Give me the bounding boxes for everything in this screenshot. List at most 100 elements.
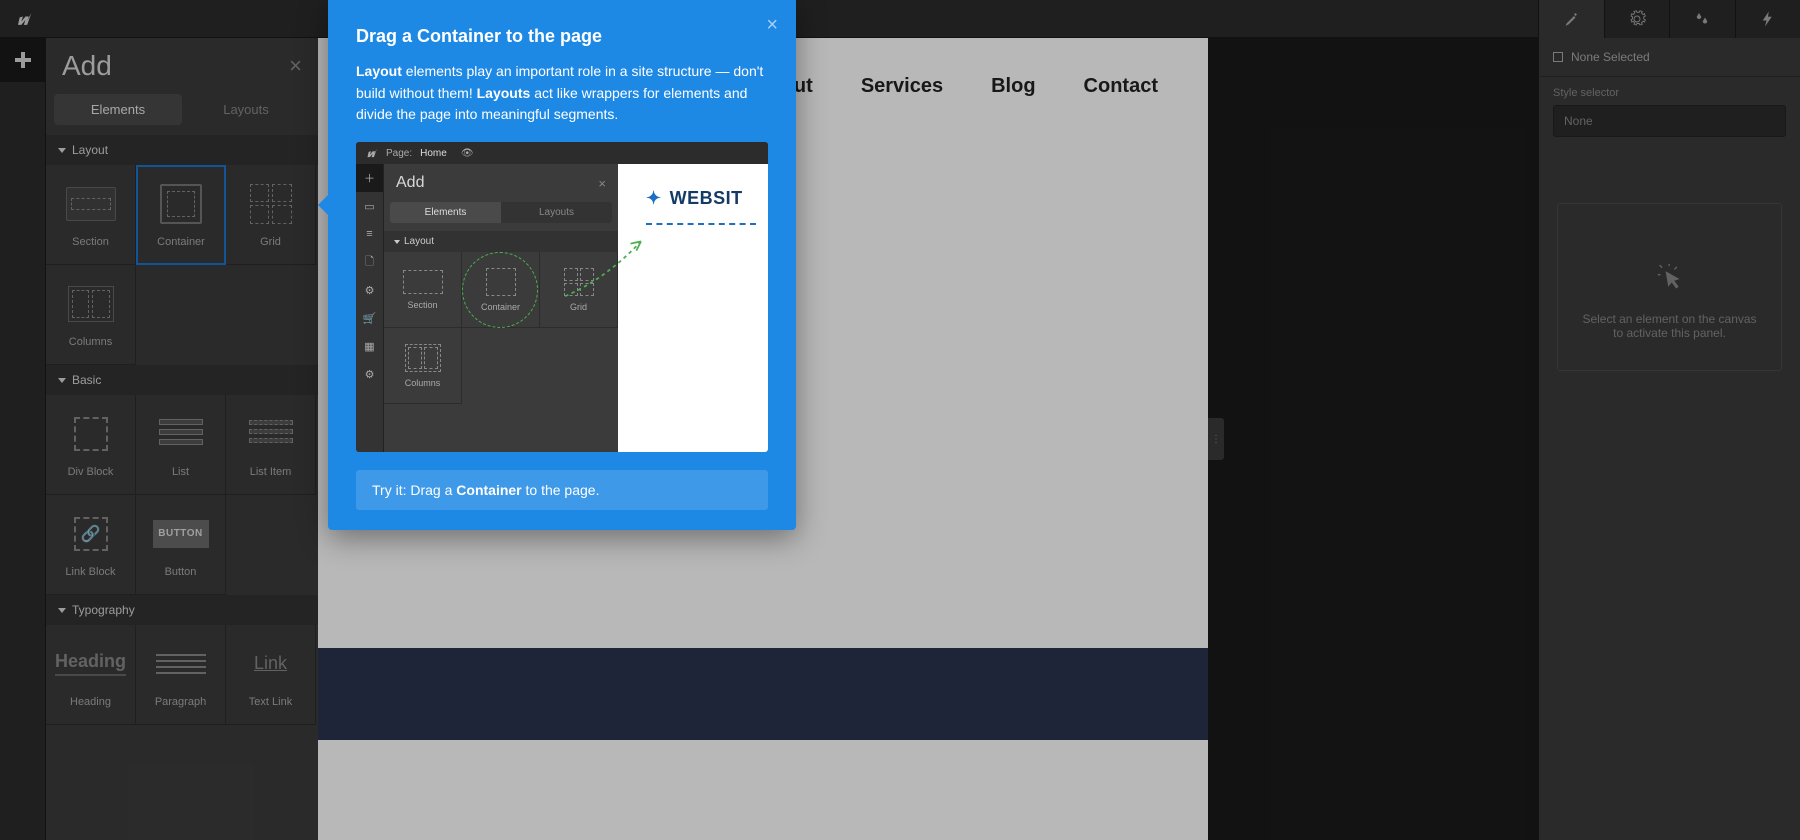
tab-layouts[interactable]: Layouts <box>182 94 310 125</box>
chevron-down-icon <box>58 378 66 383</box>
interactions-tab[interactable] <box>1669 0 1735 38</box>
element-text-link[interactable]: Link Text Link <box>226 625 316 725</box>
list-icon <box>159 419 203 449</box>
close-add-panel-button[interactable]: × <box>289 53 302 79</box>
nav-link-contact[interactable]: Contact <box>1084 75 1158 98</box>
section-header-typography[interactable]: Typography <box>46 595 318 625</box>
section-header-label: Basic <box>72 373 101 387</box>
section-header-label: Layout <box>72 143 108 157</box>
add-panel-title: Add <box>62 50 112 82</box>
add-panel: Add × Elements Layouts Layout Section Co… <box>46 38 318 840</box>
typography-elements-grid: Heading Heading Paragraph Link Text Link <box>46 625 318 725</box>
chevron-down-icon <box>58 148 66 153</box>
heading-icon: Heading <box>55 651 126 676</box>
raindrops-icon <box>1693 10 1711 28</box>
element-section[interactable]: Section <box>46 165 136 265</box>
style-tab[interactable] <box>1538 0 1604 38</box>
mock-label: Columns <box>405 378 441 388</box>
try-prefix: Try it: Drag a <box>372 482 456 498</box>
tab-elements[interactable]: Elements <box>54 94 182 125</box>
square-icon <box>1553 52 1563 62</box>
element-label: Link Block <box>65 566 115 578</box>
style-selector-input[interactable]: None <box>1553 105 1786 137</box>
element-button[interactable]: BUTTON Button <box>136 495 226 595</box>
empty-state-line1: Select an element on the canvas <box>1578 312 1761 326</box>
grid-icon <box>250 184 292 224</box>
link-block-icon: 🔗 <box>74 517 108 551</box>
paragraph-icon <box>156 654 206 674</box>
mock-tab-elements: Elements <box>390 202 501 223</box>
nav-link-blog[interactable]: Blog <box>991 75 1035 98</box>
nav-link-services[interactable]: Services <box>861 75 943 98</box>
element-label: Paragraph <box>155 696 206 708</box>
mock-label: Grid <box>570 302 587 312</box>
selection-indicator: None Selected <box>1539 38 1800 77</box>
try-bold: Container <box>456 482 521 498</box>
webflow-icon <box>364 146 378 160</box>
element-label: List <box>172 466 189 478</box>
pointer-click-icon <box>1657 264 1683 294</box>
container-icon <box>160 184 202 224</box>
element-div-block[interactable]: Div Block <box>46 395 136 495</box>
empty-state-line2: to activate this panel. <box>1578 326 1761 340</box>
element-grid[interactable]: Grid <box>226 165 316 265</box>
element-label: Heading <box>70 696 111 708</box>
element-columns[interactable]: Columns <box>46 265 136 365</box>
tooltip-arrow <box>318 195 328 215</box>
effects-tab[interactable] <box>1735 0 1800 38</box>
empty-state: Select an element on the canvas to activ… <box>1557 203 1782 371</box>
element-label: Grid <box>260 236 281 248</box>
gear-icon <box>1628 10 1646 28</box>
plus-icon <box>15 52 31 68</box>
tooltip-title: Drag a Container to the page <box>356 26 768 47</box>
basic-elements-grid: Div Block List List Item 🔗 Link Block BU… <box>46 395 318 595</box>
columns-icon <box>68 286 114 322</box>
section-header-basic[interactable]: Basic <box>46 365 318 395</box>
element-label: Button <box>165 566 197 578</box>
element-container[interactable]: Container <box>136 165 226 265</box>
tooltip-bold-layout: Layout <box>356 63 402 79</box>
settings-tab[interactable] <box>1604 0 1670 38</box>
mock-add-title: Add <box>396 174 424 192</box>
add-elements-rail-button[interactable] <box>0 38 46 82</box>
tooltip-close-button[interactable]: × <box>766 14 778 37</box>
tutorial-tooltip: × Drag a Container to the page Layout el… <box>328 0 796 530</box>
mock-tab-layouts: Layouts <box>501 202 612 223</box>
layout-elements-grid: Section Container Grid Columns <box>46 165 318 365</box>
webflow-logo[interactable] <box>0 9 46 29</box>
style-selector-label: Style selector <box>1539 77 1800 105</box>
element-link-block[interactable]: 🔗 Link Block <box>46 495 136 595</box>
mock-page-name: Home <box>420 148 447 159</box>
canvas-resize-handle[interactable]: ⋮ <box>1208 418 1224 460</box>
tooltip-paragraph: Layout elements play an important role i… <box>356 61 768 126</box>
mock-canvas: ✦WEBSIT <box>618 164 768 452</box>
mock-left-rail: ＋ ▭ ≡ 🗋 ⚙ 🛒 ▦ ⚙ <box>356 164 384 452</box>
left-rail <box>0 38 46 840</box>
element-label: Text Link <box>249 696 292 708</box>
element-paragraph[interactable]: Paragraph <box>136 625 226 725</box>
bolt-icon <box>1759 10 1777 28</box>
element-list[interactable]: List <box>136 395 226 495</box>
element-label: Container <box>157 236 205 248</box>
div-block-icon <box>74 417 108 451</box>
mock-page-label: Page: <box>386 148 412 159</box>
mock-section-layout: Layout <box>404 236 434 247</box>
canvas-footer[interactable] <box>318 648 1208 740</box>
section-header-label: Typography <box>72 603 135 617</box>
section-icon <box>66 187 116 221</box>
element-list-item[interactable]: List Item <box>226 395 316 495</box>
button-icon: BUTTON <box>153 520 209 548</box>
selection-text: None Selected <box>1571 50 1650 64</box>
element-label: Section <box>72 236 109 248</box>
chevron-down-icon <box>58 608 66 613</box>
right-panel-tabs <box>1538 0 1800 38</box>
element-label: Columns <box>69 336 112 348</box>
tooltip-illustration: Page: Home 👁 ＋ ▭ ≡ 🗋 ⚙ 🛒 ▦ ⚙ Add× Elemen… <box>356 142 768 452</box>
webflow-icon <box>13 9 33 29</box>
element-heading[interactable]: Heading Heading <box>46 625 136 725</box>
section-header-layout[interactable]: Layout <box>46 135 318 165</box>
curved-arrow-icon <box>556 232 656 302</box>
tooltip-bold-layouts: Layouts <box>477 85 531 101</box>
text-link-icon: Link <box>254 653 287 674</box>
try-suffix: to the page. <box>522 482 600 498</box>
